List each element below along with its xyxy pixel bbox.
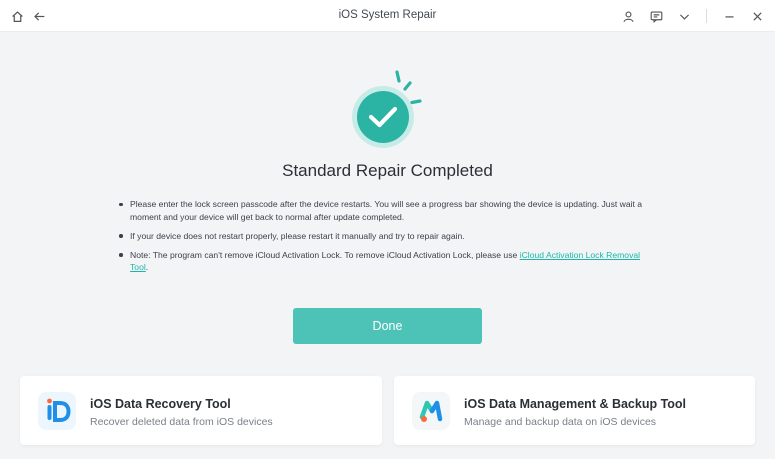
close-icon[interactable] [749,8,765,24]
instruction-item: If your device does not restart properly… [116,230,656,243]
card-title: iOS Data Management & Backup Tool [464,397,687,411]
instruction-item: Please enter the lock screen passcode af… [116,198,656,223]
note-text: Note: The program can't remove iCloud Ac… [130,249,520,260]
minimize-icon[interactable] [721,8,737,24]
instruction-list: Please enter the lock screen passcode af… [116,198,656,280]
instruction-item: Note: The program can't remove iCloud Ac… [116,249,656,274]
chevron-down-icon[interactable] [676,8,692,24]
data-recovery-logo-icon [38,392,76,430]
card-title: iOS Data Recovery Tool [90,397,231,411]
title-bar: iOS System Repair [0,0,775,32]
card-description: Recover deleted data from iOS devices [90,416,273,428]
title-bar-divider [706,9,707,23]
user-icon[interactable] [620,8,636,24]
ios-data-management-card[interactable]: iOS Data Management & Backup Tool Manage… [394,376,755,445]
done-button[interactable]: Done [293,308,482,344]
success-check-icon [350,68,434,152]
ios-data-recovery-card[interactable]: iOS Data Recovery Tool Recover deleted d… [20,376,382,445]
page-title: Standard Repair Completed [282,161,493,180]
feedback-icon[interactable] [648,8,664,24]
card-description: Manage and backup data on iOS devices [464,416,657,428]
data-management-logo-icon [412,392,450,430]
note-suffix: . [145,262,149,272]
